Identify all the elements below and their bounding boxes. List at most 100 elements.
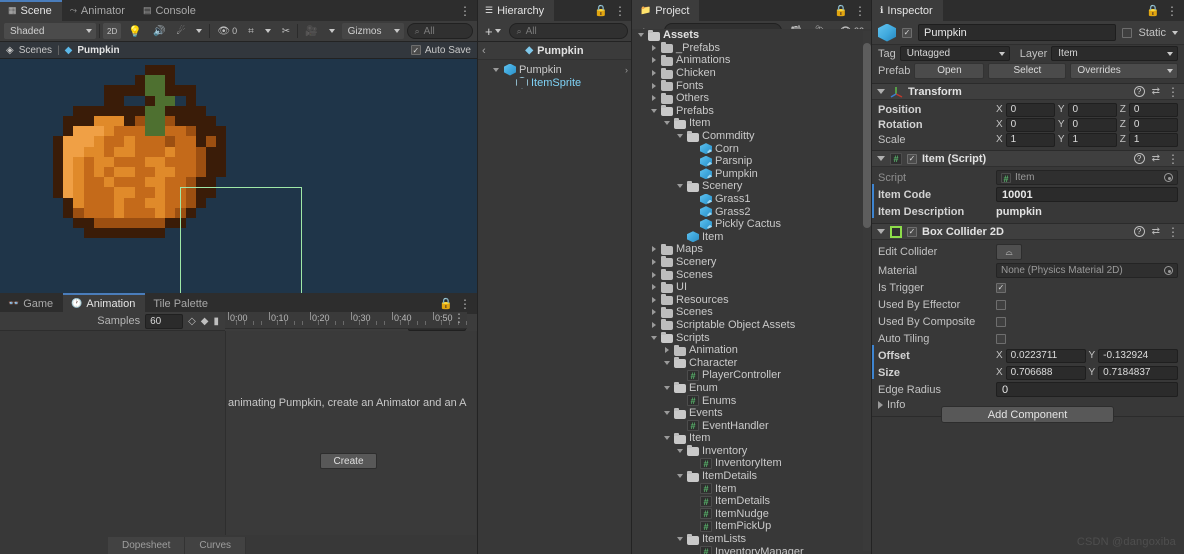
chevron-down-icon[interactable] xyxy=(675,134,684,139)
animation-scrollbar[interactable] xyxy=(467,331,476,535)
auto-save-checkbox[interactable]: ✓ xyxy=(410,45,421,55)
project-item[interactable]: Character xyxy=(632,356,872,369)
project-item[interactable]: Enum xyxy=(632,382,872,395)
help-icon[interactable]: ? xyxy=(1133,153,1145,164)
transform-foldout-icon[interactable] xyxy=(877,89,885,94)
chevron-right-icon[interactable] xyxy=(649,309,658,316)
project-item[interactable]: Enums xyxy=(632,394,872,407)
project-item[interactable]: Parsnip xyxy=(632,155,872,168)
edit-collider-button[interactable]: ⌓ xyxy=(996,244,1022,260)
chevron-right-icon[interactable] xyxy=(649,70,658,77)
project-item[interactable]: Item xyxy=(632,482,872,495)
project-item[interactable]: Pickly Cactus xyxy=(632,218,872,231)
item-code-input[interactable]: 10001 xyxy=(996,187,1178,202)
project-item[interactable]: Assets xyxy=(632,29,872,42)
preset-icon[interactable]: ⇄ xyxy=(1152,86,1160,97)
create-animation-button[interactable]: Create xyxy=(320,453,377,469)
split-scene-hierarchy[interactable] xyxy=(477,0,478,554)
object-picker-icon[interactable] xyxy=(1164,173,1173,182)
project-item[interactable]: Item xyxy=(632,117,872,130)
static-checkbox[interactable] xyxy=(1122,27,1133,38)
transform-position-x-input[interactable]: 0 xyxy=(1005,102,1055,117)
chevron-down-icon[interactable] xyxy=(649,108,658,113)
project-item[interactable]: Corn xyxy=(632,142,872,155)
item-script-component-header[interactable]: ✓ Item (Script) ? ⇄ ⋮ xyxy=(872,150,1184,167)
fx-dropdown-icon[interactable] xyxy=(192,23,206,39)
project-item[interactable]: Scenes xyxy=(632,268,872,281)
project-item[interactable]: Inventory xyxy=(632,445,872,458)
animation-timeline-ruler[interactable]: 0:00 0:10 0:20 0:30 0:40 0:50 ⋮ xyxy=(225,312,467,329)
project-scrollbar[interactable] xyxy=(863,31,871,551)
prefab-open-button[interactable]: Open xyxy=(914,62,985,79)
project-item[interactable]: Chicken xyxy=(632,67,872,80)
chevron-down-icon[interactable] xyxy=(649,335,658,340)
split-project-inspector[interactable] xyxy=(871,0,872,554)
object-enabled-checkbox[interactable]: ✓ xyxy=(902,27,912,38)
chevron-right-icon[interactable] xyxy=(649,44,658,51)
transform-component-header[interactable]: Transform ? ⇄ ⋮ xyxy=(872,83,1184,100)
object-picker-icon[interactable] xyxy=(1164,266,1173,275)
chevron-down-icon[interactable] xyxy=(662,360,671,365)
fx-icon[interactable]: ☄ xyxy=(172,23,189,39)
chevron-down-icon[interactable] xyxy=(675,537,684,542)
transform-scale-z-input[interactable]: 1 xyxy=(1128,132,1179,147)
transform-position-y-input[interactable]: 0 xyxy=(1067,102,1117,117)
chevron-down-icon[interactable] xyxy=(675,474,684,479)
speaker-icon[interactable]: 🔊 xyxy=(149,23,169,39)
project-item[interactable]: Fonts xyxy=(632,79,872,92)
chevron-right-icon[interactable] xyxy=(649,296,658,303)
component-menu-icon[interactable]: ⋮ xyxy=(1167,153,1179,165)
chevron-down-icon[interactable] xyxy=(662,121,671,126)
tab-console[interactable]: ▤ Console xyxy=(135,0,206,21)
offset-y-input[interactable]: -0.132924 xyxy=(1098,348,1178,363)
chevron-down-icon[interactable] xyxy=(662,411,671,416)
project-menu-icon[interactable]: ⋮ xyxy=(854,5,866,17)
project-item[interactable]: ItemPickUp xyxy=(632,520,872,533)
transform-scale-y-input[interactable]: 1 xyxy=(1067,132,1117,147)
help-icon[interactable]: ? xyxy=(1133,86,1145,97)
edge-radius-input[interactable]: 0 xyxy=(996,382,1178,397)
chevron-right-icon[interactable] xyxy=(649,321,658,328)
chevron-down-icon[interactable] xyxy=(662,385,671,390)
help-icon[interactable]: ? xyxy=(1133,226,1145,237)
tab-inspector[interactable]: ℹ Inspector xyxy=(872,0,943,21)
timeline-background[interactable] xyxy=(226,331,467,535)
split-hierarchy-project[interactable] xyxy=(631,0,632,554)
toggle-2d-button[interactable]: 2D xyxy=(103,23,122,39)
project-item[interactable]: Pumpkin xyxy=(632,168,872,181)
shading-mode-dropdown[interactable]: Shaded xyxy=(4,23,96,39)
tab-animation[interactable]: 🕐 Animation xyxy=(63,293,146,314)
project-item[interactable]: Scenery xyxy=(632,180,872,193)
used-by-composite-checkbox[interactable] xyxy=(996,316,1006,327)
project-item[interactable]: Scripts xyxy=(632,331,872,344)
transform-rotation-x-input[interactable]: 0 xyxy=(1005,117,1055,132)
add-component-button[interactable]: Add Component xyxy=(941,406,1114,423)
chevron-down-icon[interactable] xyxy=(662,436,671,441)
project-item[interactable]: Events xyxy=(632,407,872,420)
project-item[interactable]: Commditty xyxy=(632,130,872,143)
chevron-right-icon[interactable] xyxy=(649,82,658,89)
preset-icon[interactable]: ⇄ xyxy=(1152,153,1160,164)
inspector-menu-icon[interactable]: ⋮ xyxy=(1166,5,1178,17)
project-item[interactable]: Animation xyxy=(632,344,872,357)
tab-game[interactable]: 👓 Game xyxy=(0,293,63,314)
used-by-effector-checkbox[interactable] xyxy=(996,299,1006,310)
component-tools-icon[interactable]: ✂ xyxy=(278,23,294,39)
project-item[interactable]: Grass1 xyxy=(632,193,872,206)
lock-icon[interactable]: 🔒 xyxy=(1146,4,1160,17)
box-collider-foldout-icon[interactable] xyxy=(877,229,885,234)
hierarchy-search-input[interactable]: ⌕ All xyxy=(508,23,628,39)
offset-x-input[interactable]: 0.0223711 xyxy=(1005,348,1086,363)
is-trigger-checkbox[interactable]: ✓ xyxy=(996,282,1006,293)
add-gameobject-button[interactable]: + xyxy=(481,23,505,39)
chevron-right-icon[interactable] xyxy=(649,284,658,291)
project-item[interactable]: Scenery xyxy=(632,256,872,269)
prefab-select-button[interactable]: Select xyxy=(988,62,1067,79)
chevron-down-icon[interactable] xyxy=(675,448,684,453)
tab-dopesheet[interactable]: Dopesheet xyxy=(108,537,186,554)
chevron-right-icon[interactable] xyxy=(649,95,658,102)
auto-tiling-checkbox[interactable] xyxy=(996,333,1006,344)
prefab-overrides-dropdown[interactable]: Overrides xyxy=(1070,62,1178,79)
project-item[interactable]: Scenes xyxy=(632,306,872,319)
samples-input[interactable]: 60 xyxy=(145,313,184,329)
